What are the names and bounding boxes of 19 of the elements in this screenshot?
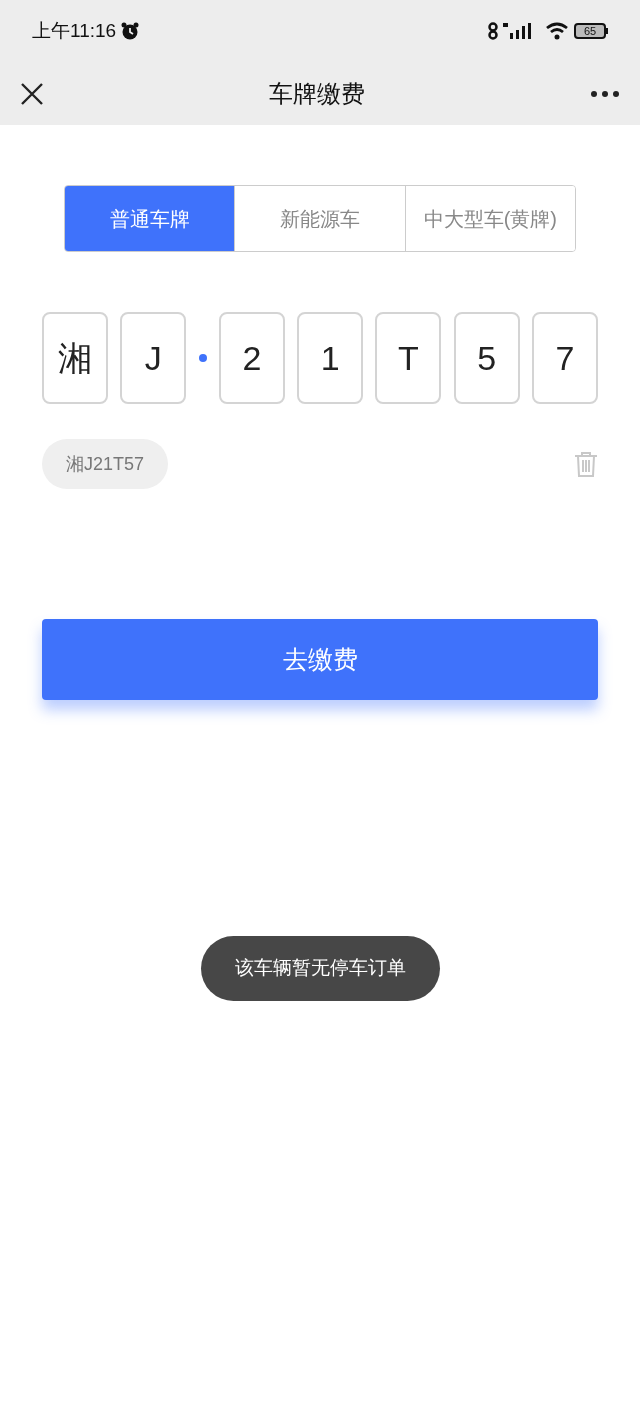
toast-message: 该车辆暂无停车订单 [200, 936, 440, 1001]
plate-char-field[interactable]: J [120, 312, 187, 404]
more-icon[interactable] [590, 89, 620, 98]
plate-char-field[interactable]: 湘 [42, 312, 108, 404]
plate-type-tab[interactable]: 普通车牌 [65, 186, 235, 251]
plate-char-field[interactable]: 7 [531, 312, 598, 404]
plate-char-field[interactable]: 2 [218, 312, 285, 404]
plate-type-tab[interactable]: 中大型车(黄牌) [404, 186, 575, 251]
plate-char-field[interactable]: 1 [297, 312, 364, 404]
history-plate-chip[interactable]: 湘J21T57 [42, 439, 169, 489]
pay-button[interactable]: 去缴费 [42, 619, 598, 700]
alarm-icon [120, 21, 141, 41]
battery-icon: 65 [574, 23, 608, 39]
plate-char-field[interactable]: T [375, 312, 442, 404]
wifi-icon [545, 22, 569, 40]
page-title: 车牌缴费 [269, 78, 365, 109]
close-icon[interactable] [20, 81, 44, 106]
plate-char-field[interactable]: 5 [453, 312, 520, 404]
status-time: 上午11:16 [32, 18, 117, 43]
